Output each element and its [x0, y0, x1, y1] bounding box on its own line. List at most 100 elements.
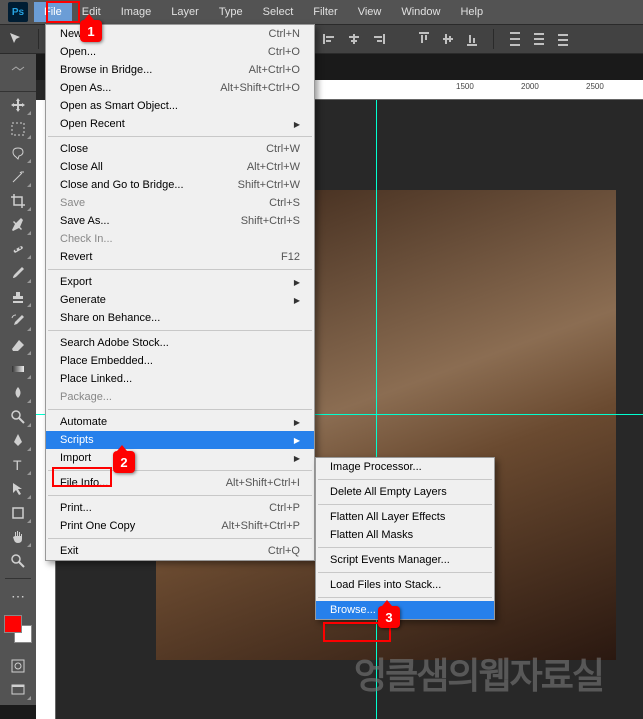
file-menu-item-generate[interactable]: Generate▶ [46, 291, 314, 309]
quick-mask-icon[interactable] [4, 655, 32, 677]
file-menu-item-save-as[interactable]: Save As...Shift+Ctrl+S [46, 212, 314, 230]
marquee-tool-icon[interactable] [4, 118, 32, 140]
brush-tool-icon[interactable] [4, 262, 32, 284]
blur-tool-icon[interactable] [4, 382, 32, 404]
file-menu-item-close-all[interactable]: Close AllAlt+Ctrl+W [46, 158, 314, 176]
file-menu-item-browse-in-bridge[interactable]: Browse in Bridge...Alt+Ctrl+O [46, 61, 314, 79]
eraser-tool-icon[interactable] [4, 334, 32, 356]
healing-tool-icon[interactable] [4, 238, 32, 260]
file-menu-item-open[interactable]: Open...Ctrl+O [46, 43, 314, 61]
menu-select[interactable]: Select [253, 2, 304, 22]
file-menu-item-close[interactable]: CloseCtrl+W [46, 140, 314, 158]
foreground-color-swatch[interactable] [4, 615, 22, 633]
align-right-icon[interactable] [371, 32, 385, 46]
dodge-tool-icon[interactable] [4, 406, 32, 428]
file-menu-item-export[interactable]: Export▶ [46, 273, 314, 291]
file-menu-item-scripts[interactable]: Scripts▶ [46, 431, 314, 449]
color-swatches[interactable] [4, 615, 32, 643]
menu-separator [48, 538, 312, 539]
shape-tool-icon[interactable] [4, 502, 32, 524]
file-menu-item-revert[interactable]: RevertF12 [46, 248, 314, 266]
menu-filter[interactable]: Filter [303, 2, 347, 22]
file-menu-item-exit[interactable]: ExitCtrl+Q [46, 542, 314, 560]
scripts-menu-item-flatten-all-layer-effects[interactable]: Flatten All Layer Effects [316, 508, 494, 526]
file-menu-item-check-in: Check In... [46, 230, 314, 248]
menu-help[interactable]: Help [450, 2, 493, 22]
align-top-icon[interactable] [417, 32, 431, 46]
align-left-icon[interactable] [323, 32, 337, 46]
menu-file[interactable]: File [34, 2, 72, 22]
file-menu-item-place-linked[interactable]: Place Linked... [46, 370, 314, 388]
stamp-tool-icon[interactable] [4, 286, 32, 308]
file-menu-item-share-on-behance[interactable]: Share on Behance... [46, 309, 314, 327]
file-menu-item-close-and-go-to-bridge[interactable]: Close and Go to Bridge...Shift+Ctrl+W [46, 176, 314, 194]
file-menu-item-place-embedded[interactable]: Place Embedded... [46, 352, 314, 370]
file-menu-item-save: SaveCtrl+S [46, 194, 314, 212]
menu-separator [48, 495, 312, 496]
scripts-menu-item-browse[interactable]: Browse... [316, 601, 494, 619]
collapse-handle-icon[interactable] [4, 58, 32, 80]
menu-separator [48, 470, 312, 471]
scripts-menu-item-delete-all-empty-layers[interactable]: Delete All Empty Layers [316, 483, 494, 501]
file-menu-item-file-info[interactable]: File Info...Alt+Shift+Ctrl+I [46, 474, 314, 492]
file-menu-item-print-one-copy[interactable]: Print One CopyAlt+Shift+Ctrl+P [46, 517, 314, 535]
callout-1: 1 [80, 20, 102, 42]
file-menu-item-package: Package... [46, 388, 314, 406]
menu-view[interactable]: View [348, 2, 392, 22]
ps-logo-icon: Ps [8, 2, 28, 22]
menu-separator [318, 597, 492, 598]
file-menu-item-automate[interactable]: Automate▶ [46, 413, 314, 431]
menu-type[interactable]: Type [209, 2, 253, 22]
guide-vertical[interactable] [376, 100, 377, 719]
watermark-text: 엉클샘의웹자료실 [354, 647, 603, 699]
gradient-tool-icon[interactable] [4, 358, 32, 380]
file-menu-item-print[interactable]: Print...Ctrl+P [46, 499, 314, 517]
file-menu-dropdown: New...Ctrl+NOpen...Ctrl+OBrowse in Bridg… [45, 24, 315, 561]
menu-layer[interactable]: Layer [161, 2, 209, 22]
callout-2: 2 [113, 451, 135, 473]
menu-separator [318, 572, 492, 573]
scripts-submenu-dropdown: Image Processor... Delete All Empty Layer… [315, 457, 495, 620]
menu-separator [48, 269, 312, 270]
align-center-icon[interactable] [347, 32, 361, 46]
hand-tool-icon[interactable] [4, 526, 32, 548]
scripts-menu-item-image-processor[interactable]: Image Processor... [316, 458, 494, 476]
align-bottom-icon[interactable] [465, 32, 479, 46]
distribute-top-icon[interactable] [508, 32, 522, 46]
menu-separator [318, 504, 492, 505]
type-tool-icon[interactable]: T [4, 454, 32, 476]
path-select-icon[interactable] [4, 478, 32, 500]
scripts-menu-item-flatten-all-masks[interactable]: Flatten All Masks [316, 526, 494, 544]
edit-toolbar-icon[interactable]: ⋯ [4, 585, 32, 607]
move-tool-icon[interactable] [4, 94, 32, 116]
lasso-tool-icon[interactable] [4, 142, 32, 164]
distribute-v-icon[interactable] [532, 32, 546, 46]
pen-tool-icon[interactable] [4, 430, 32, 452]
scripts-menu-item-script-events-manager[interactable]: Script Events Manager... [316, 551, 494, 569]
file-menu-item-import[interactable]: Import▶ [46, 449, 314, 467]
distribute-bottom-icon[interactable] [556, 32, 570, 46]
zoom-tool-icon[interactable] [4, 550, 32, 572]
history-brush-icon[interactable] [4, 310, 32, 332]
menu-image[interactable]: Image [111, 2, 162, 22]
collapse-handle-icon2[interactable] [0, 82, 36, 92]
wand-tool-icon[interactable] [4, 166, 32, 188]
screen-mode-icon[interactable] [4, 679, 32, 701]
file-menu-item-search-adobe-stock[interactable]: Search Adobe Stock... [46, 334, 314, 352]
ruler-mark: 2500 [586, 82, 604, 91]
menu-separator [318, 479, 492, 480]
file-menu-item-open-as-smart-object[interactable]: Open as Smart Object... [46, 97, 314, 115]
eyedropper-tool-icon[interactable] [4, 214, 32, 236]
file-menu-item-open-recent[interactable]: Open Recent▶ [46, 115, 314, 133]
crop-tool-icon[interactable] [4, 190, 32, 212]
menu-separator [48, 409, 312, 410]
menu-separator [48, 330, 312, 331]
align-middle-icon[interactable] [441, 32, 455, 46]
move-tool-icon [8, 31, 24, 47]
ruler-mark: 2000 [521, 82, 539, 91]
menu-window[interactable]: Window [391, 2, 450, 22]
menu-separator [318, 547, 492, 548]
callout-3: 3 [378, 606, 400, 628]
scripts-menu-item-load-files-into-stack[interactable]: Load Files into Stack... [316, 576, 494, 594]
file-menu-item-open-as[interactable]: Open As...Alt+Shift+Ctrl+O [46, 79, 314, 97]
